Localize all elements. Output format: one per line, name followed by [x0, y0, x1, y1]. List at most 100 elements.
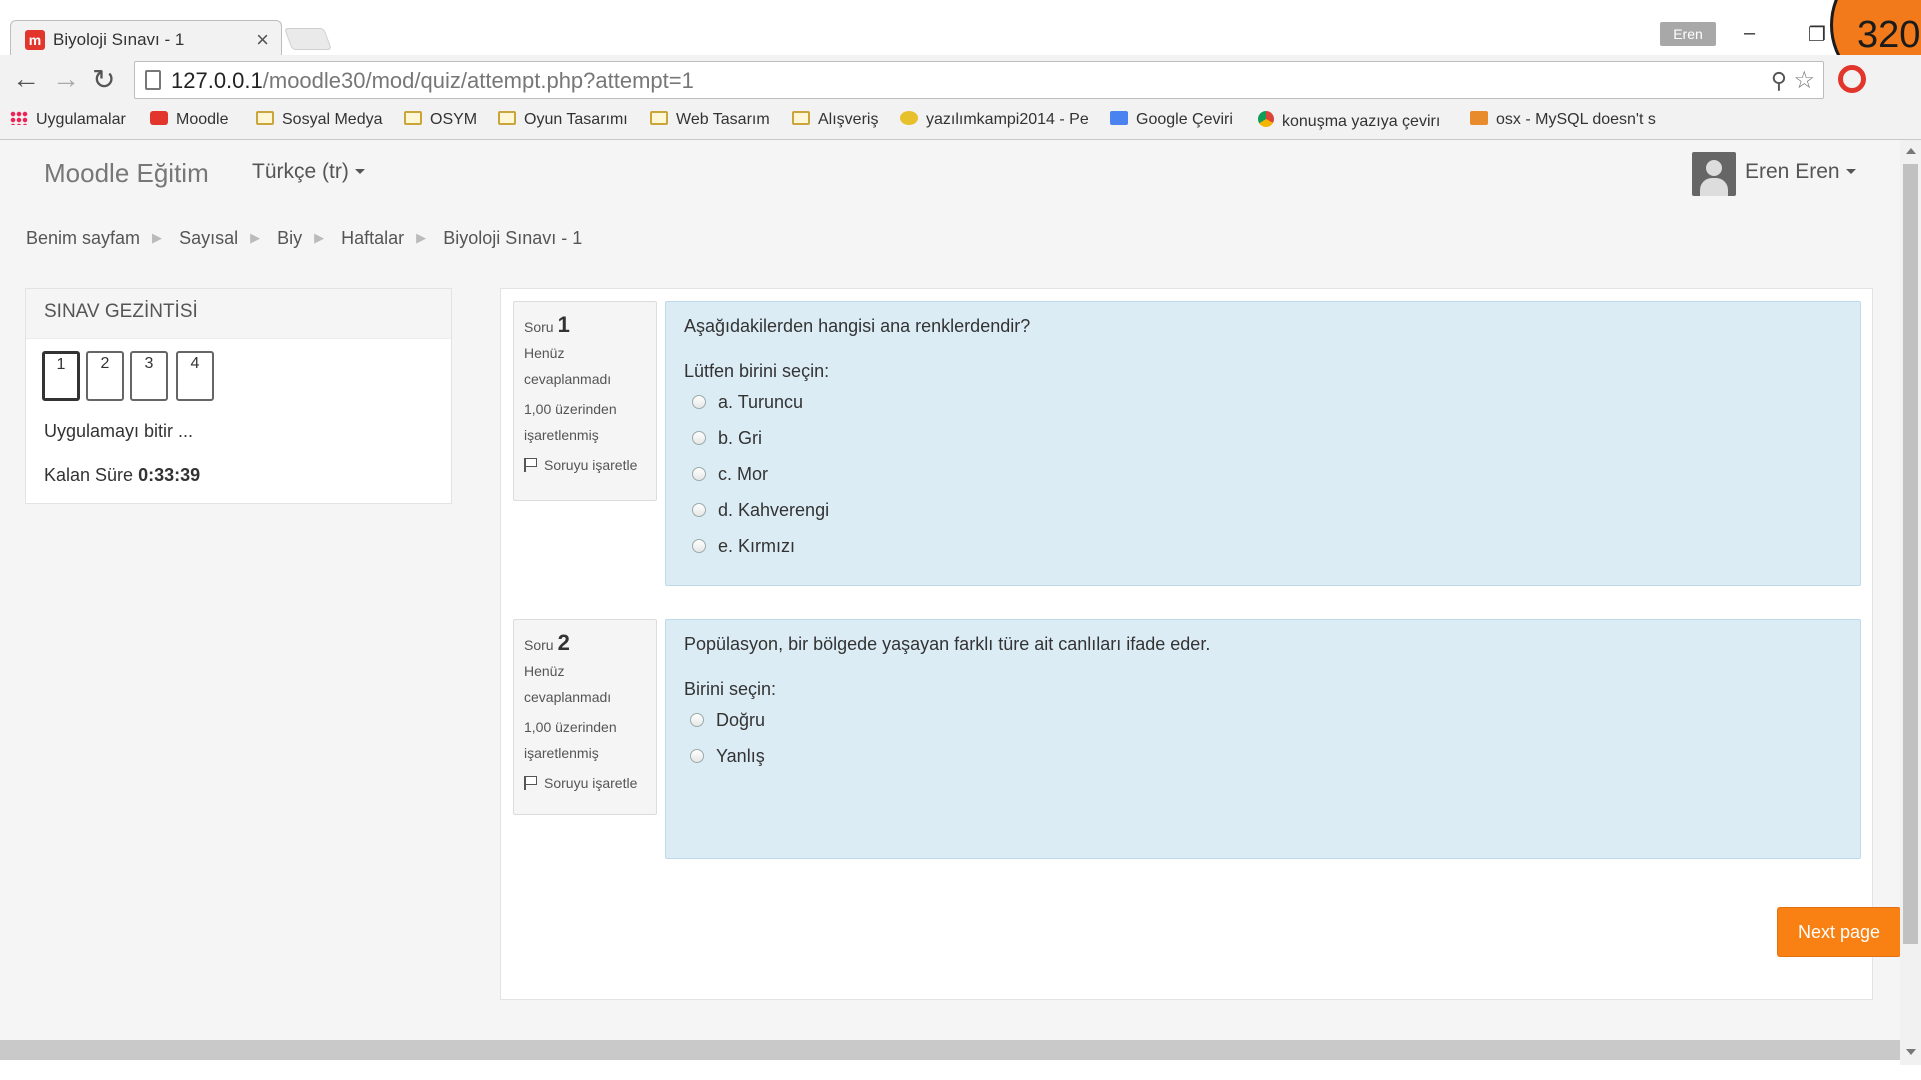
flag-question-link[interactable]: Soruyu işaretle: [524, 452, 646, 478]
reload-icon[interactable]: ↻: [92, 63, 115, 96]
radio-button[interactable]: [692, 395, 706, 409]
url-path: /moodle30/mod/quiz/attempt.php?attempt=1: [262, 68, 694, 93]
flag-question-link[interactable]: Soruyu işaretle: [524, 770, 646, 796]
question-grade: işaretlenmiş: [524, 427, 599, 443]
question-status: Henüz: [524, 345, 565, 361]
radio-button[interactable]: [692, 467, 706, 481]
answer-option-true[interactable]: Doğru: [684, 702, 1842, 738]
java-icon: [1470, 111, 1488, 125]
language-label: Türkçe (tr): [252, 160, 349, 183]
breadcrumb-separator-icon: ▶: [314, 230, 325, 245]
next-page-button[interactable]: Next page: [1777, 907, 1901, 957]
breadcrumb-separator-icon: ▶: [416, 230, 427, 245]
answer-option-false[interactable]: Yanlış: [684, 738, 1842, 774]
breadcrumb-item[interactable]: Benim sayfam: [26, 228, 140, 248]
page-footer-band: [0, 1040, 1900, 1060]
bookmark-label: Alışveriş: [818, 111, 879, 128]
scroll-up-arrow-icon[interactable]: [1906, 148, 1916, 154]
option-label: c. Mor: [718, 464, 769, 484]
question-2-content: Popülasyon, bir bölgede yaşayan farklı t…: [665, 619, 1861, 859]
url-host: 127.0.0.1: [171, 68, 263, 93]
question-label: Soru: [524, 319, 554, 335]
bookmark-alisveris[interactable]: Alışveriş: [792, 111, 878, 129]
close-tab-icon[interactable]: ×: [256, 27, 269, 53]
user-avatar[interactable]: [1692, 152, 1736, 196]
scroll-down-arrow-icon[interactable]: [1906, 1049, 1916, 1055]
breadcrumb-item[interactable]: Haftalar: [341, 228, 404, 248]
flag-label: Soruyu işaretle: [544, 457, 638, 473]
bookmark-label: yazılımkampi2014 - Pe: [926, 111, 1089, 128]
breadcrumb-separator-icon: ▶: [152, 230, 163, 245]
bookmark-label: Oyun Tasarımı: [524, 111, 628, 128]
page-body: Benim sayfam ▶ Sayısal ▶ Biy ▶ Haftalar ▶ Bi…: [0, 204, 1901, 1040]
bookmark-web-tasarim[interactable]: Web Tasarım: [650, 111, 770, 129]
tab-title: Biyoloji Sınavı - 1: [53, 30, 185, 49]
opera-extension-icon[interactable]: [1838, 65, 1866, 93]
main-region: Soru 1 Henüz cevaplanmadı 1,00 üzerinden …: [500, 288, 1901, 1000]
quiz-nav-button-2[interactable]: 2: [86, 351, 124, 401]
site-navbar: Moodle Eğitim Türkçe (tr) Eren Eren: [0, 140, 1900, 204]
bookmark-star-icon[interactable]: ☆: [1793, 66, 1815, 95]
bookmark-yazilimkampi[interactable]: yazılımkampi2014 - Pe: [900, 111, 1089, 129]
scrollbar-thumb[interactable]: [1903, 164, 1918, 944]
restore-icon[interactable]: ❐: [1808, 22, 1826, 47]
answer-option[interactable]: a. Turuncu: [684, 384, 1842, 420]
new-tab-button[interactable]: [283, 28, 333, 50]
option-label: a. Turuncu: [718, 392, 804, 412]
radio-button[interactable]: [692, 431, 706, 445]
site-brand-link[interactable]: Moodle Eğitim: [44, 158, 209, 189]
answer-option[interactable]: c. Mor: [684, 456, 1842, 492]
radio-button[interactable]: [692, 503, 706, 517]
answer-prompt: Birini seçin:: [684, 679, 777, 699]
zoom-icon[interactable]: ⚲: [1771, 68, 1787, 94]
breadcrumb-item[interactable]: Sayısal: [179, 228, 238, 248]
finish-attempt-link[interactable]: Uygulamayı bitir ...: [44, 421, 193, 442]
radio-button[interactable]: [690, 713, 704, 727]
tab-strip: m Biyoloji Sınavı - 1 × Eren – ❐ 320: [0, 0, 1921, 95]
radio-button[interactable]: [692, 539, 706, 553]
answer-prompt: Lütfen birini seçin:: [684, 361, 830, 381]
bookmark-label: Google Çeviri: [1136, 111, 1233, 128]
bookmark-oyun-tasarimi[interactable]: Oyun Tasarımı: [498, 111, 628, 129]
quiz-nav-button-4[interactable]: 4: [176, 351, 214, 401]
google-translate-icon: [1110, 111, 1128, 125]
bookmark-sosyal-medya[interactable]: Sosyal Medya: [256, 111, 383, 129]
address-bar[interactable]: 127.0.0.1/moodle30/mod/quiz/attempt.php?…: [134, 61, 1824, 99]
question-grade: 1,00 üzerinden: [524, 401, 617, 417]
question-grade: işaretlenmiş: [524, 745, 599, 761]
quiz-nav-button-3[interactable]: 3: [130, 351, 168, 401]
back-arrow-icon[interactable]: ←: [12, 63, 40, 95]
minimize-icon[interactable]: –: [1744, 22, 1755, 45]
radio-button[interactable]: [690, 749, 704, 763]
forward-arrow-icon[interactable]: →: [52, 63, 80, 95]
question-number: 2: [557, 630, 570, 655]
bookmark-osx-mysql[interactable]: osx - MySQL doesn't s: [1470, 111, 1656, 129]
language-menu[interactable]: Türkçe (tr): [252, 160, 365, 184]
question-number: 1: [557, 312, 570, 337]
user-menu[interactable]: Eren Eren: [1745, 160, 1856, 184]
bookmark-apps[interactable]: Uygulamalar: [10, 111, 126, 129]
bookmark-label: Web Tasarım: [676, 111, 770, 128]
profile-button[interactable]: Eren: [1660, 22, 1716, 46]
answer-option[interactable]: e. Kırmızı: [684, 528, 1842, 564]
bookmark-konusma[interactable]: konuşma yazıya çevirı: [1258, 111, 1440, 131]
answer-option[interactable]: d. Kahverengi: [684, 492, 1842, 528]
fox-icon: [900, 111, 918, 125]
browser-tab[interactable]: m Biyoloji Sınavı - 1 ×: [10, 20, 282, 56]
breadcrumb: Benim sayfam ▶ Sayısal ▶ Biy ▶ Haftalar ▶ Bi…: [26, 228, 582, 249]
apps-icon: [10, 111, 28, 125]
folder-icon: [498, 111, 516, 125]
bookmark-moodle[interactable]: Moodle: [150, 111, 228, 129]
folder-icon: [650, 111, 668, 125]
bookmark-google-ceviri[interactable]: Google Çeviri: [1110, 111, 1233, 129]
bookmark-label: Sosyal Medya: [282, 111, 383, 128]
vertical-scrollbar[interactable]: [1900, 140, 1921, 1065]
bookmark-osym[interactable]: OSYM: [404, 111, 477, 129]
breadcrumb-item[interactable]: Biyoloji Sınavı - 1: [443, 228, 582, 248]
quiz-nav-button-1[interactable]: 1: [42, 351, 80, 401]
question-grade: 1,00 üzerinden: [524, 719, 617, 735]
question-status: cevaplanmadı: [524, 371, 612, 387]
breadcrumb-item[interactable]: Biy: [277, 228, 302, 248]
corner-badge-number: 320: [1857, 14, 1921, 56]
answer-option[interactable]: b. Gri: [684, 420, 1842, 456]
